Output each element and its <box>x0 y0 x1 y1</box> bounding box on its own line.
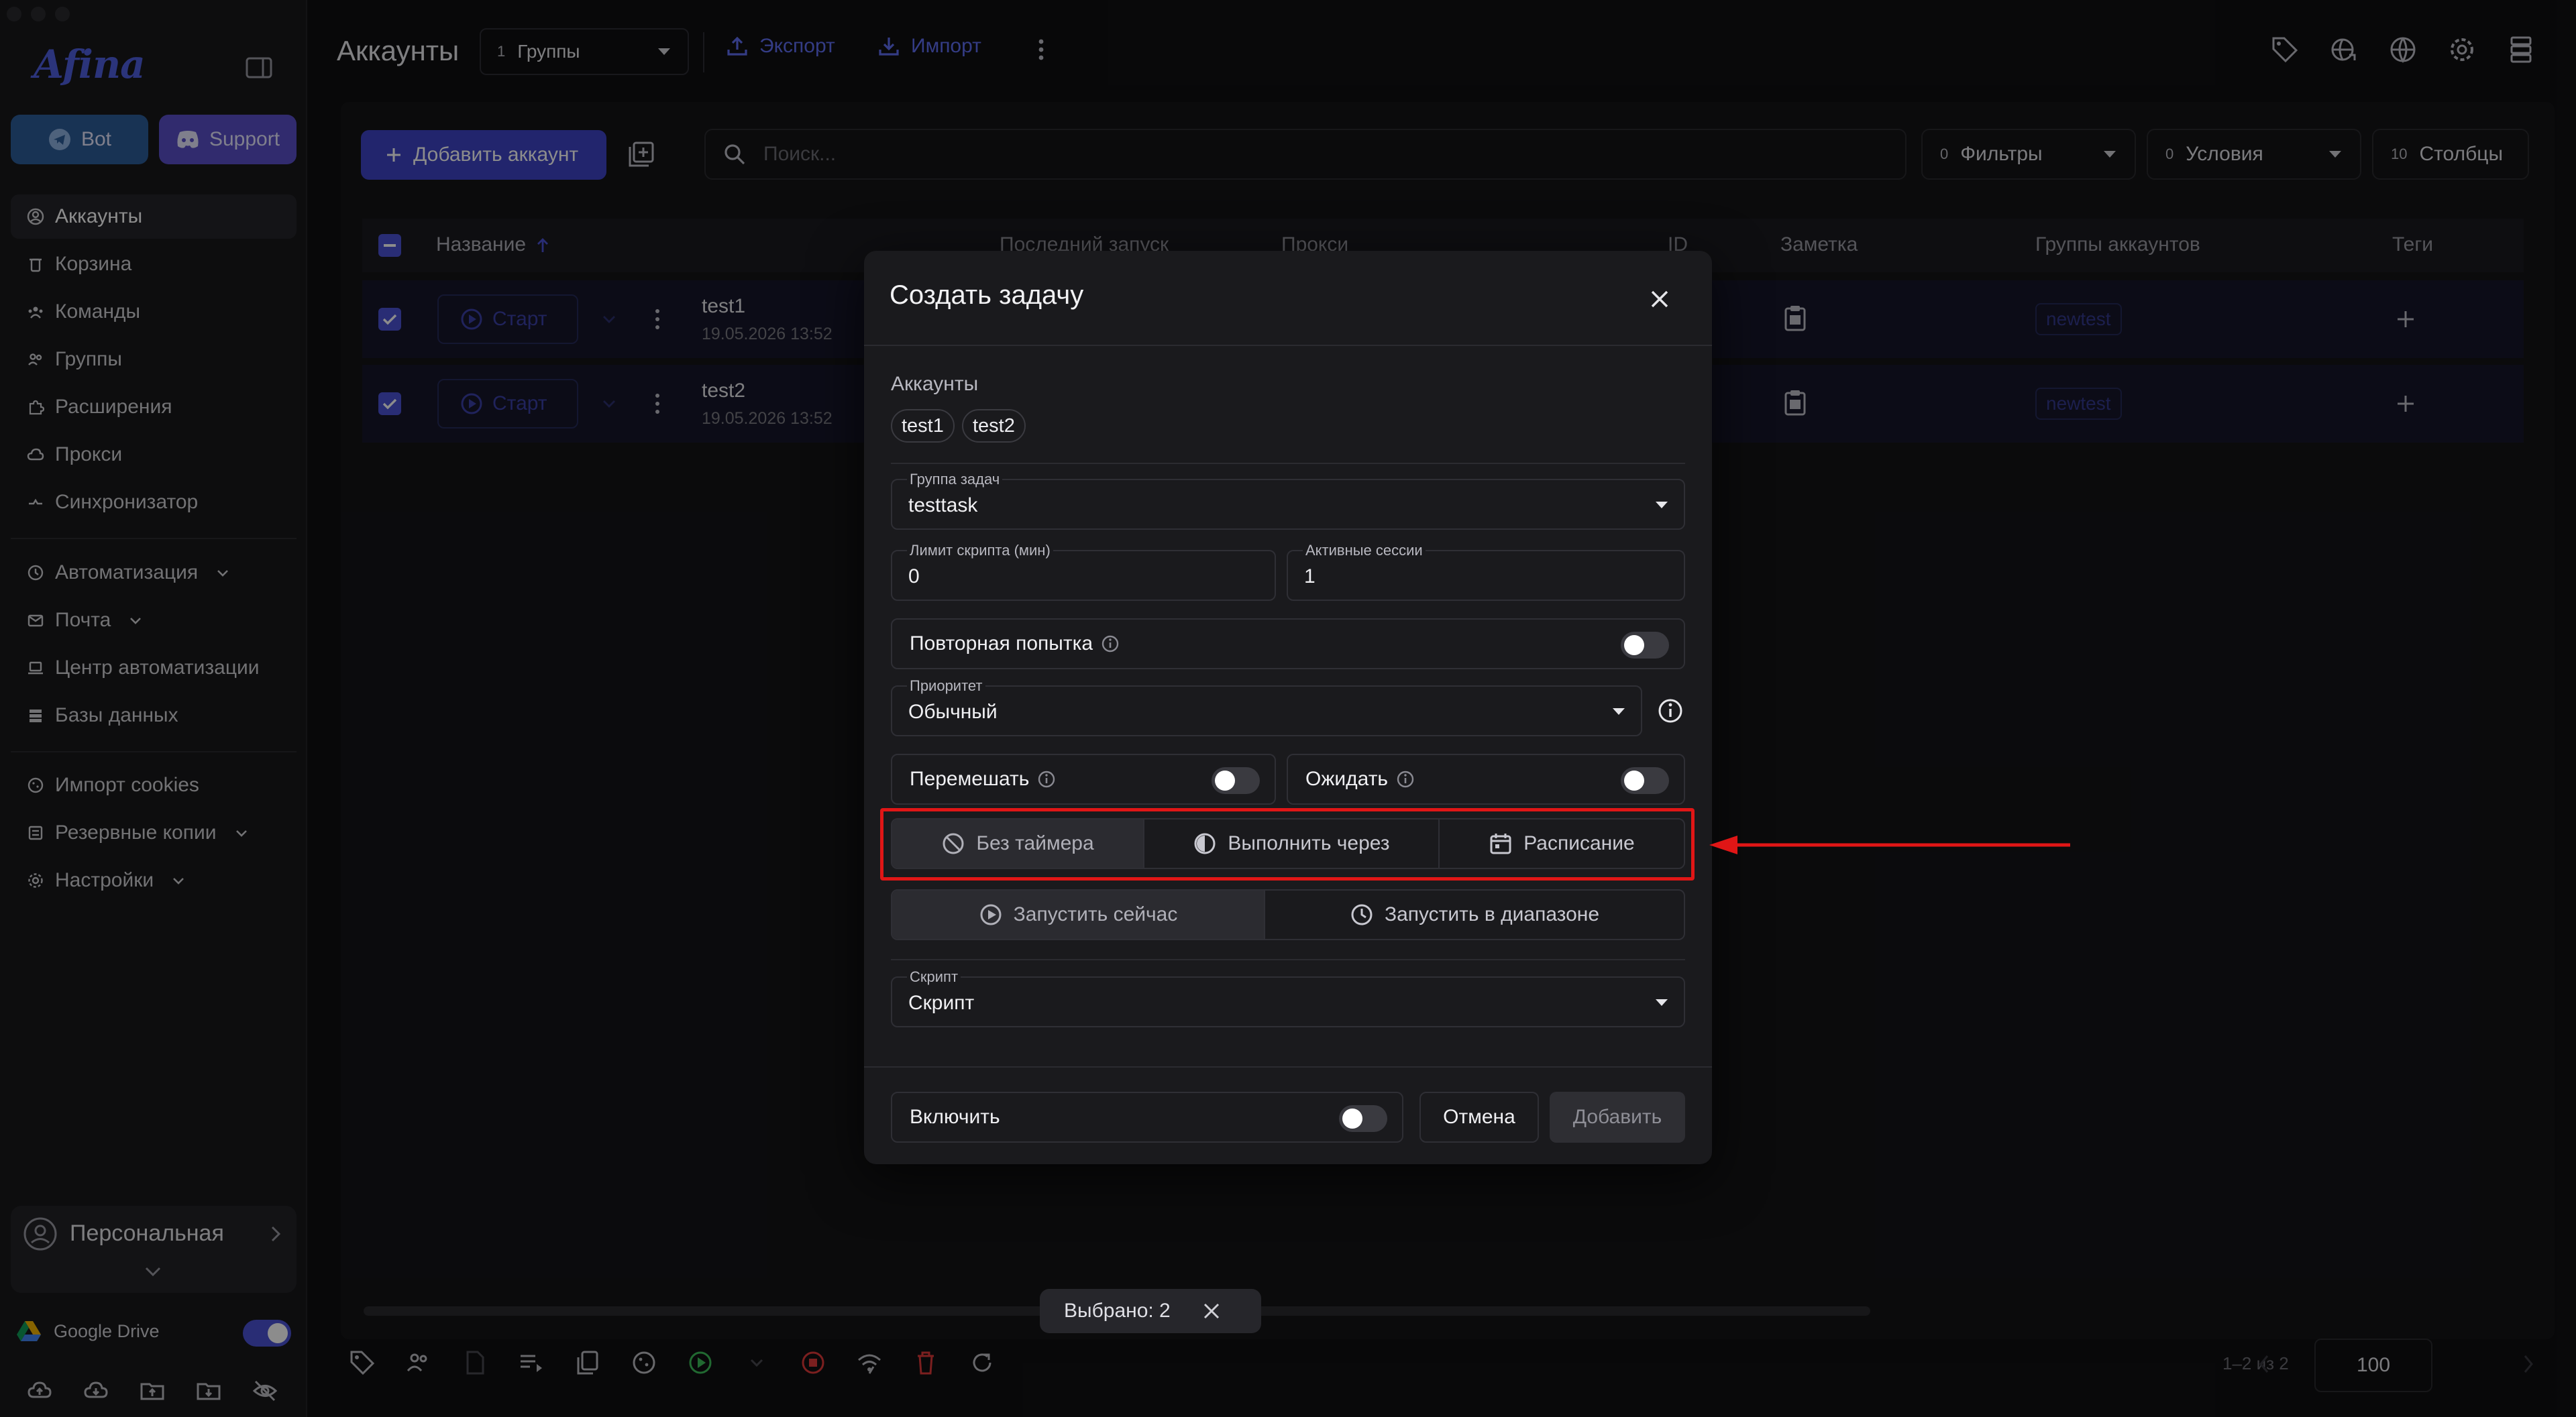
script-limit-value: 0 <box>908 565 920 587</box>
active-sessions-label: Активные сессии <box>1303 542 1426 559</box>
shuffle-label: Перемешать <box>910 768 1030 790</box>
script-label: Скрипт <box>907 968 961 986</box>
annotation-highlight-box <box>880 808 1695 881</box>
active-sessions-value: 1 <box>1304 565 1316 587</box>
script-value: Скрипт <box>908 992 975 1014</box>
enable-toggle[interactable] <box>1339 1105 1387 1132</box>
script-select[interactable]: Скрипт Скрипт <box>891 968 1685 1027</box>
close-icon[interactable] <box>1201 1301 1222 1321</box>
close-icon[interactable] <box>1648 287 1672 311</box>
priority-label: Приоритет <box>907 677 985 695</box>
section-divider <box>891 959 1685 960</box>
priority-value: Обычный <box>908 701 998 723</box>
selection-count-label: Выбрано: 2 <box>1064 1300 1171 1322</box>
info-icon[interactable] <box>1657 697 1684 724</box>
run-option-now[interactable]: Запустить сейчас <box>892 891 1265 939</box>
wait-row: Ожидать <box>1287 754 1685 805</box>
wait-toggle[interactable] <box>1621 767 1669 794</box>
task-group-value: testtask <box>908 494 978 516</box>
wait-label: Ожидать <box>1305 768 1389 790</box>
retry-label: Повторная попытка <box>910 632 1093 655</box>
retry-row: Повторная попытка <box>891 618 1685 669</box>
clock-icon <box>1351 904 1373 925</box>
enable-label: Включить <box>910 1106 1000 1128</box>
caret-down-icon <box>1613 708 1625 715</box>
caret-down-icon <box>1656 999 1668 1006</box>
create-task-modal: Создать задачу Аккаунты test1 test2 Груп… <box>864 251 1712 1164</box>
play-circle-icon <box>980 904 1002 925</box>
task-group-select[interactable]: Группа задач testtask <box>891 471 1685 530</box>
run-mode-segmented: Запустить сейчас Запустить в диапазоне <box>891 889 1685 940</box>
accounts-label: Аккаунты <box>891 373 979 395</box>
info-icon[interactable] <box>1037 770 1056 789</box>
cancel-button[interactable]: Отмена <box>1419 1092 1539 1143</box>
script-limit-input[interactable]: Лимит скрипта (мин) 0 <box>891 542 1276 601</box>
account-chip[interactable]: test2 <box>962 409 1026 443</box>
active-sessions-input[interactable]: Активные сессии 1 <box>1287 542 1685 601</box>
account-chip[interactable]: test1 <box>891 409 955 443</box>
task-group-label: Группа задач <box>907 471 1003 488</box>
info-icon[interactable] <box>1396 770 1415 789</box>
script-limit-label: Лимит скрипта (мин) <box>907 542 1053 559</box>
run-option-label: Запустить сейчас <box>1013 903 1178 925</box>
run-option-label: Запустить в диапазоне <box>1384 903 1600 925</box>
enable-row: Включить <box>891 1092 1403 1143</box>
modal-header-divider <box>864 345 1712 346</box>
shuffle-toggle[interactable] <box>1212 767 1260 794</box>
selection-chip: Выбрано: 2 <box>1040 1289 1261 1333</box>
section-divider <box>891 463 1685 464</box>
retry-toggle[interactable] <box>1621 632 1669 659</box>
modal-footer-divider <box>864 1066 1712 1068</box>
annotation-arrow-icon <box>1709 836 2070 854</box>
priority-select[interactable]: Приоритет Обычный <box>891 677 1642 736</box>
add-button[interactable]: Добавить <box>1550 1092 1685 1143</box>
shuffle-row: Перемешать <box>891 754 1276 805</box>
run-option-range[interactable]: Запустить в диапазоне <box>1265 891 1684 939</box>
modal-title: Создать задачу <box>890 280 1084 310</box>
info-icon[interactable] <box>1101 634 1120 653</box>
caret-down-icon <box>1656 502 1668 508</box>
